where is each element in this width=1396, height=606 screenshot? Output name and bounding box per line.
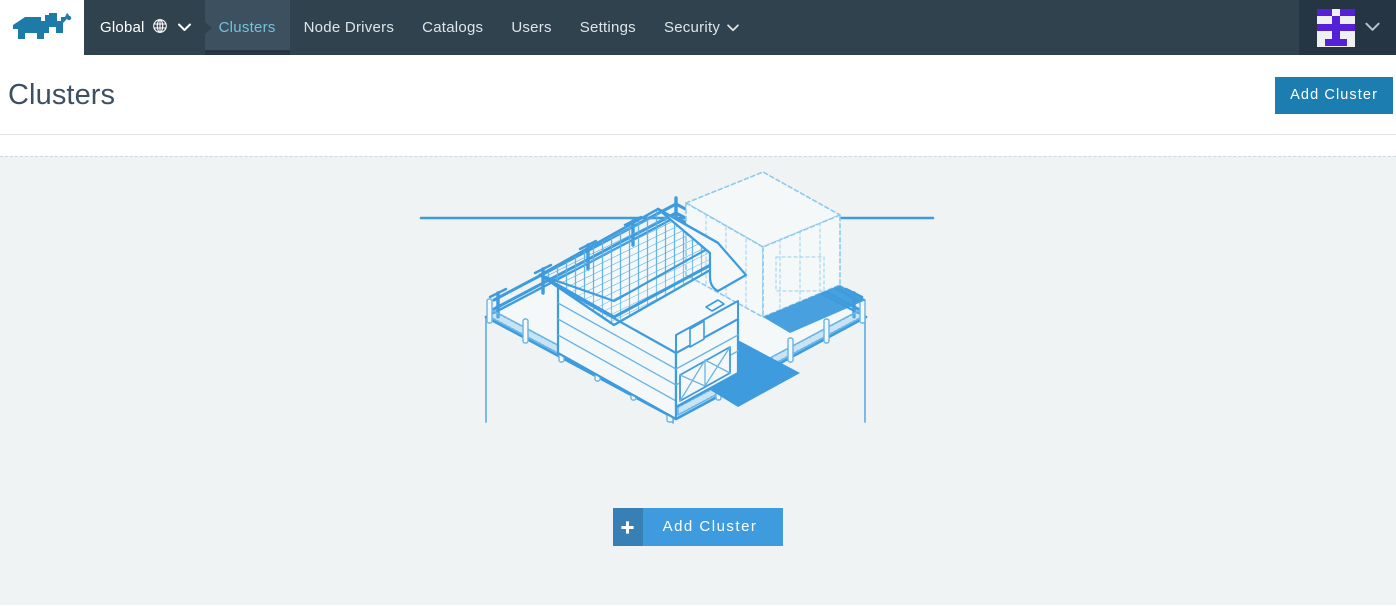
identicon-cell xyxy=(1324,38,1333,47)
plus-icon xyxy=(612,508,643,546)
empty-state-cta-row: Add Cluster xyxy=(0,508,1396,546)
rancher-logo[interactable] xyxy=(0,0,84,55)
nav-item-node-drivers[interactable]: Node Drivers xyxy=(290,0,409,55)
global-scope-picker[interactable]: Global xyxy=(84,0,205,55)
identicon-cell xyxy=(1332,38,1340,47)
identicon-cell xyxy=(1317,16,1325,24)
empty-state-illustration-wrap xyxy=(0,157,1396,487)
chevron-down-icon xyxy=(1365,19,1380,37)
nav-item-catalogs[interactable]: Catalogs xyxy=(408,0,497,55)
identicon-cell xyxy=(1317,31,1325,39)
identicon-cell xyxy=(1339,16,1348,24)
page-header: Clusters Add Cluster xyxy=(0,55,1396,135)
identicon-cell xyxy=(1339,23,1348,32)
nav-item-label: Node Drivers xyxy=(303,19,395,36)
nav-item-users[interactable]: Users xyxy=(497,0,565,55)
nav-item-label: Users xyxy=(511,19,552,36)
isometric-farm-barn-fence-illustration-icon xyxy=(418,157,978,477)
identicon-cell xyxy=(1347,8,1355,17)
user-menu[interactable] xyxy=(1299,0,1396,55)
identicon-cell xyxy=(1332,23,1340,32)
identicon-cell xyxy=(1347,31,1355,39)
top-navbar: Global Clusters Node Drivers Catalogs Us… xyxy=(0,0,1396,55)
add-cluster-button-header[interactable]: Add Cluster xyxy=(1275,76,1393,114)
identicon-cell xyxy=(1332,31,1340,39)
navbar-menu: Clusters Node Drivers Catalogs Users Set… xyxy=(204,0,754,55)
identicon-cell xyxy=(1324,23,1333,32)
header-divider xyxy=(0,134,1396,135)
identicon-cell xyxy=(1339,8,1348,17)
user-identicon-avatar xyxy=(1317,8,1355,47)
nav-item-label: Settings xyxy=(579,19,636,36)
identicon-cell xyxy=(1339,38,1348,47)
identicon-cell xyxy=(1347,38,1355,47)
nav-item-clusters[interactable]: Clusters xyxy=(204,0,290,55)
nav-item-label: Catalogs xyxy=(422,19,484,36)
navbar-spacer xyxy=(1026,0,1299,55)
identicon-cell xyxy=(1317,23,1325,32)
page-title: Clusters xyxy=(8,78,116,111)
clusters-empty-state-panel: Add Cluster xyxy=(0,156,1396,605)
identicon-cell xyxy=(1317,38,1325,47)
identicon-cell xyxy=(1339,31,1348,39)
identicon-cell xyxy=(1324,8,1333,17)
nav-item-security[interactable]: Security xyxy=(650,0,753,55)
global-scope-label: Global xyxy=(100,19,145,36)
add-cluster-button[interactable]: Add Cluster xyxy=(612,508,784,546)
identicon-cell xyxy=(1324,31,1333,39)
identicon-cell xyxy=(1332,8,1340,17)
identicon-cell xyxy=(1317,8,1325,17)
identicon-cell xyxy=(1332,16,1340,24)
identicon-cell xyxy=(1347,23,1355,32)
globe-icon xyxy=(152,18,168,38)
identicon-cell xyxy=(1324,16,1333,24)
chevron-down-icon xyxy=(727,19,739,36)
nav-item-label: Clusters xyxy=(218,19,276,36)
navbar-left: Global Clusters Node Drivers Catalogs Us… xyxy=(84,0,1026,55)
identicon-cell xyxy=(1347,16,1355,24)
nav-item-label: Security xyxy=(663,19,721,36)
rancher-cow-logo-icon xyxy=(11,11,73,45)
add-cluster-label: Add Cluster xyxy=(662,518,758,535)
chevron-down-icon xyxy=(177,19,191,36)
nav-item-settings[interactable]: Settings xyxy=(566,0,650,55)
